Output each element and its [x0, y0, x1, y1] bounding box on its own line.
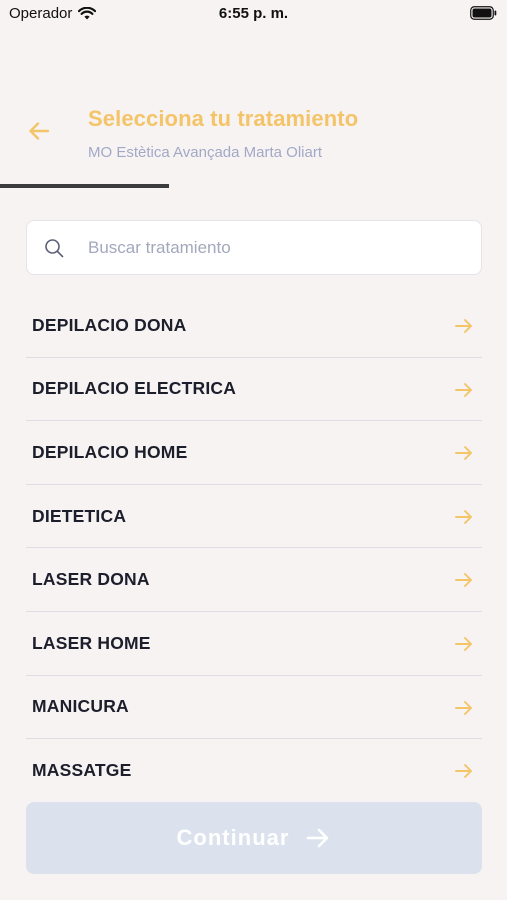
arrow-right-icon [455, 637, 472, 651]
progress-fill [0, 184, 169, 188]
treatment-item[interactable]: DEPILACIO DONA [26, 294, 482, 358]
treatment-item-label: MANICURA [32, 696, 129, 717]
treatment-item[interactable]: LASER HOME [26, 612, 482, 676]
treatment-item[interactable]: DEPILACIO ELECTRICA [26, 358, 482, 422]
treatment-item[interactable]: MANICURA [26, 676, 482, 740]
treatment-list: DEPILACIO DONA DEPILACIO ELECTRICA DEPILAC… [26, 294, 482, 803]
treatment-item-label: MASSATGE [32, 760, 132, 781]
arrow-right-icon [455, 509, 472, 524]
progress-bar [0, 184, 507, 188]
treatment-item-label: LASER DONA [32, 569, 150, 590]
continue-label: Continuar [176, 825, 290, 850]
arrow-right-icon [455, 700, 472, 715]
screen: Operador 6:55 p. m. Selecciona tu tratam… [0, 0, 507, 900]
treatment-item-label: DEPILACIO DONA [32, 314, 187, 335]
continue-button[interactable]: Continuar [26, 802, 482, 874]
treatment-item[interactable]: DIETETICA [26, 485, 482, 549]
arrow-right-icon [455, 446, 472, 461]
arrow-right-icon [307, 828, 329, 848]
treatment-item[interactable]: DEPILACIO HOME [26, 421, 482, 485]
search-box [26, 220, 482, 275]
treatment-item[interactable]: MASSATGE [26, 739, 482, 803]
back-button[interactable] [24, 116, 54, 146]
arrow-right-icon [455, 382, 472, 397]
arrow-right-icon [455, 319, 472, 333]
search-input[interactable] [88, 221, 468, 274]
search-icon [45, 239, 64, 258]
treatment-item[interactable]: LASER DONA [26, 548, 482, 612]
treatment-item-label: DEPILACIO HOME [32, 441, 188, 462]
page-title: Selecciona tu tratamiento [88, 106, 359, 131]
arrow-right-icon [455, 573, 472, 588]
arrow-left-icon [29, 122, 50, 140]
page-subtitle: MO Estètica Avançada Marta Oliart [88, 144, 322, 161]
treatment-item-label: DEPILACIO ELECTRICA [32, 378, 237, 399]
arrow-right-icon [455, 764, 472, 779]
treatment-item-label: DIETETICA [32, 505, 127, 526]
status-bar: Operador 6:55 p. m. [0, 0, 507, 30]
clock: 6:55 p. m. [218, 5, 289, 22]
battery-icon [470, 6, 497, 20]
treatment-item-label: LASER HOME [32, 632, 151, 653]
